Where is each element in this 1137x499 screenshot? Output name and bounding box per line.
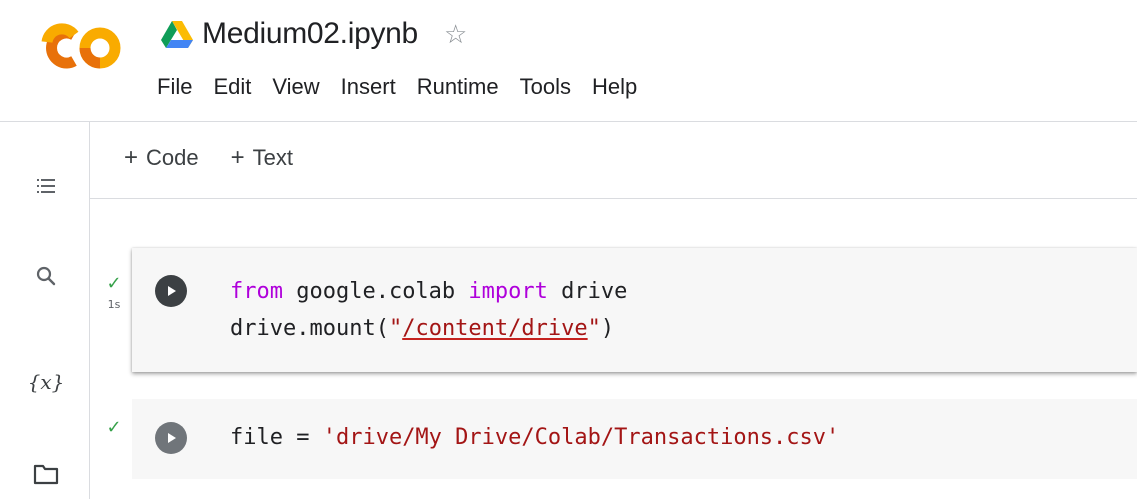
run-cell-button[interactable]	[155, 422, 187, 454]
code-cell[interactable]: from google.colab import drive drive.mou…	[132, 248, 1137, 372]
code-keyword: from	[230, 279, 283, 304]
code-string-quote: "	[587, 316, 601, 341]
run-cell-button[interactable]	[155, 275, 187, 307]
code-string-path: /content/drive	[402, 316, 588, 341]
colab-logo[interactable]	[34, 22, 126, 74]
execution-time: 1s	[107, 298, 121, 311]
left-sidebar: {x}	[0, 122, 89, 499]
add-text-button[interactable]: + Text	[221, 140, 303, 176]
toolbar-divider	[90, 198, 1137, 199]
code-cell[interactable]: file = 'drive/My Drive/Colab/Transaction…	[132, 399, 1137, 479]
menu-file[interactable]: File	[154, 70, 195, 104]
star-icon[interactable]: ☆	[444, 21, 467, 47]
success-check-icon: ✓	[106, 273, 122, 293]
code-editor[interactable]: from google.colab import drive drive.mou…	[230, 273, 627, 347]
cell-execution-status: ✓ 1s	[100, 274, 128, 311]
table-of-contents-icon[interactable]	[28, 168, 64, 204]
code-token: google.colab	[282, 279, 469, 304]
search-icon[interactable]	[28, 258, 64, 294]
colab-logo-icon	[41, 23, 121, 69]
menu-runtime[interactable]: Runtime	[414, 70, 502, 104]
menu-edit[interactable]: Edit	[210, 70, 254, 104]
notebook-title-row: Medium02.ipynb ☆	[160, 12, 467, 56]
cell-execution-status: ✓	[100, 418, 128, 436]
code-token: )	[600, 316, 615, 341]
code-string-quote: "	[388, 316, 403, 341]
add-text-label: Text	[252, 145, 293, 170]
plus-icon: +	[124, 144, 139, 171]
code-token: file =	[230, 425, 323, 450]
header-divider	[0, 121, 1137, 122]
sidebar-divider	[89, 122, 90, 499]
code-keyword: import	[468, 279, 548, 304]
notebook-toolbar: + Code + Text	[114, 140, 315, 176]
play-icon	[168, 433, 176, 443]
menu-help[interactable]: Help	[589, 70, 640, 104]
code-token: drive.mount(	[230, 316, 389, 341]
variables-label: {x}	[27, 370, 65, 394]
add-code-button[interactable]: + Code	[114, 140, 209, 176]
notebook-title[interactable]: Medium02.ipynb	[202, 17, 418, 51]
variables-icon[interactable]: {x}	[27, 364, 65, 400]
play-icon	[168, 286, 176, 296]
files-folder-icon[interactable]	[28, 456, 64, 492]
google-drive-icon[interactable]	[160, 19, 194, 49]
add-code-label: Code	[146, 145, 199, 170]
menu-view[interactable]: View	[269, 70, 322, 104]
code-string: 'drive/My Drive/Colab/Transactions.csv'	[322, 425, 840, 450]
menu-bar: File Edit View Insert Runtime Tools Help	[154, 70, 655, 104]
code-editor[interactable]: file = 'drive/My Drive/Colab/Transaction…	[230, 419, 839, 456]
code-token: drive	[547, 279, 628, 304]
menu-tools[interactable]: Tools	[517, 70, 574, 104]
success-check-icon: ✓	[106, 417, 122, 437]
menu-insert[interactable]: Insert	[338, 70, 399, 104]
plus-icon: +	[230, 144, 245, 171]
